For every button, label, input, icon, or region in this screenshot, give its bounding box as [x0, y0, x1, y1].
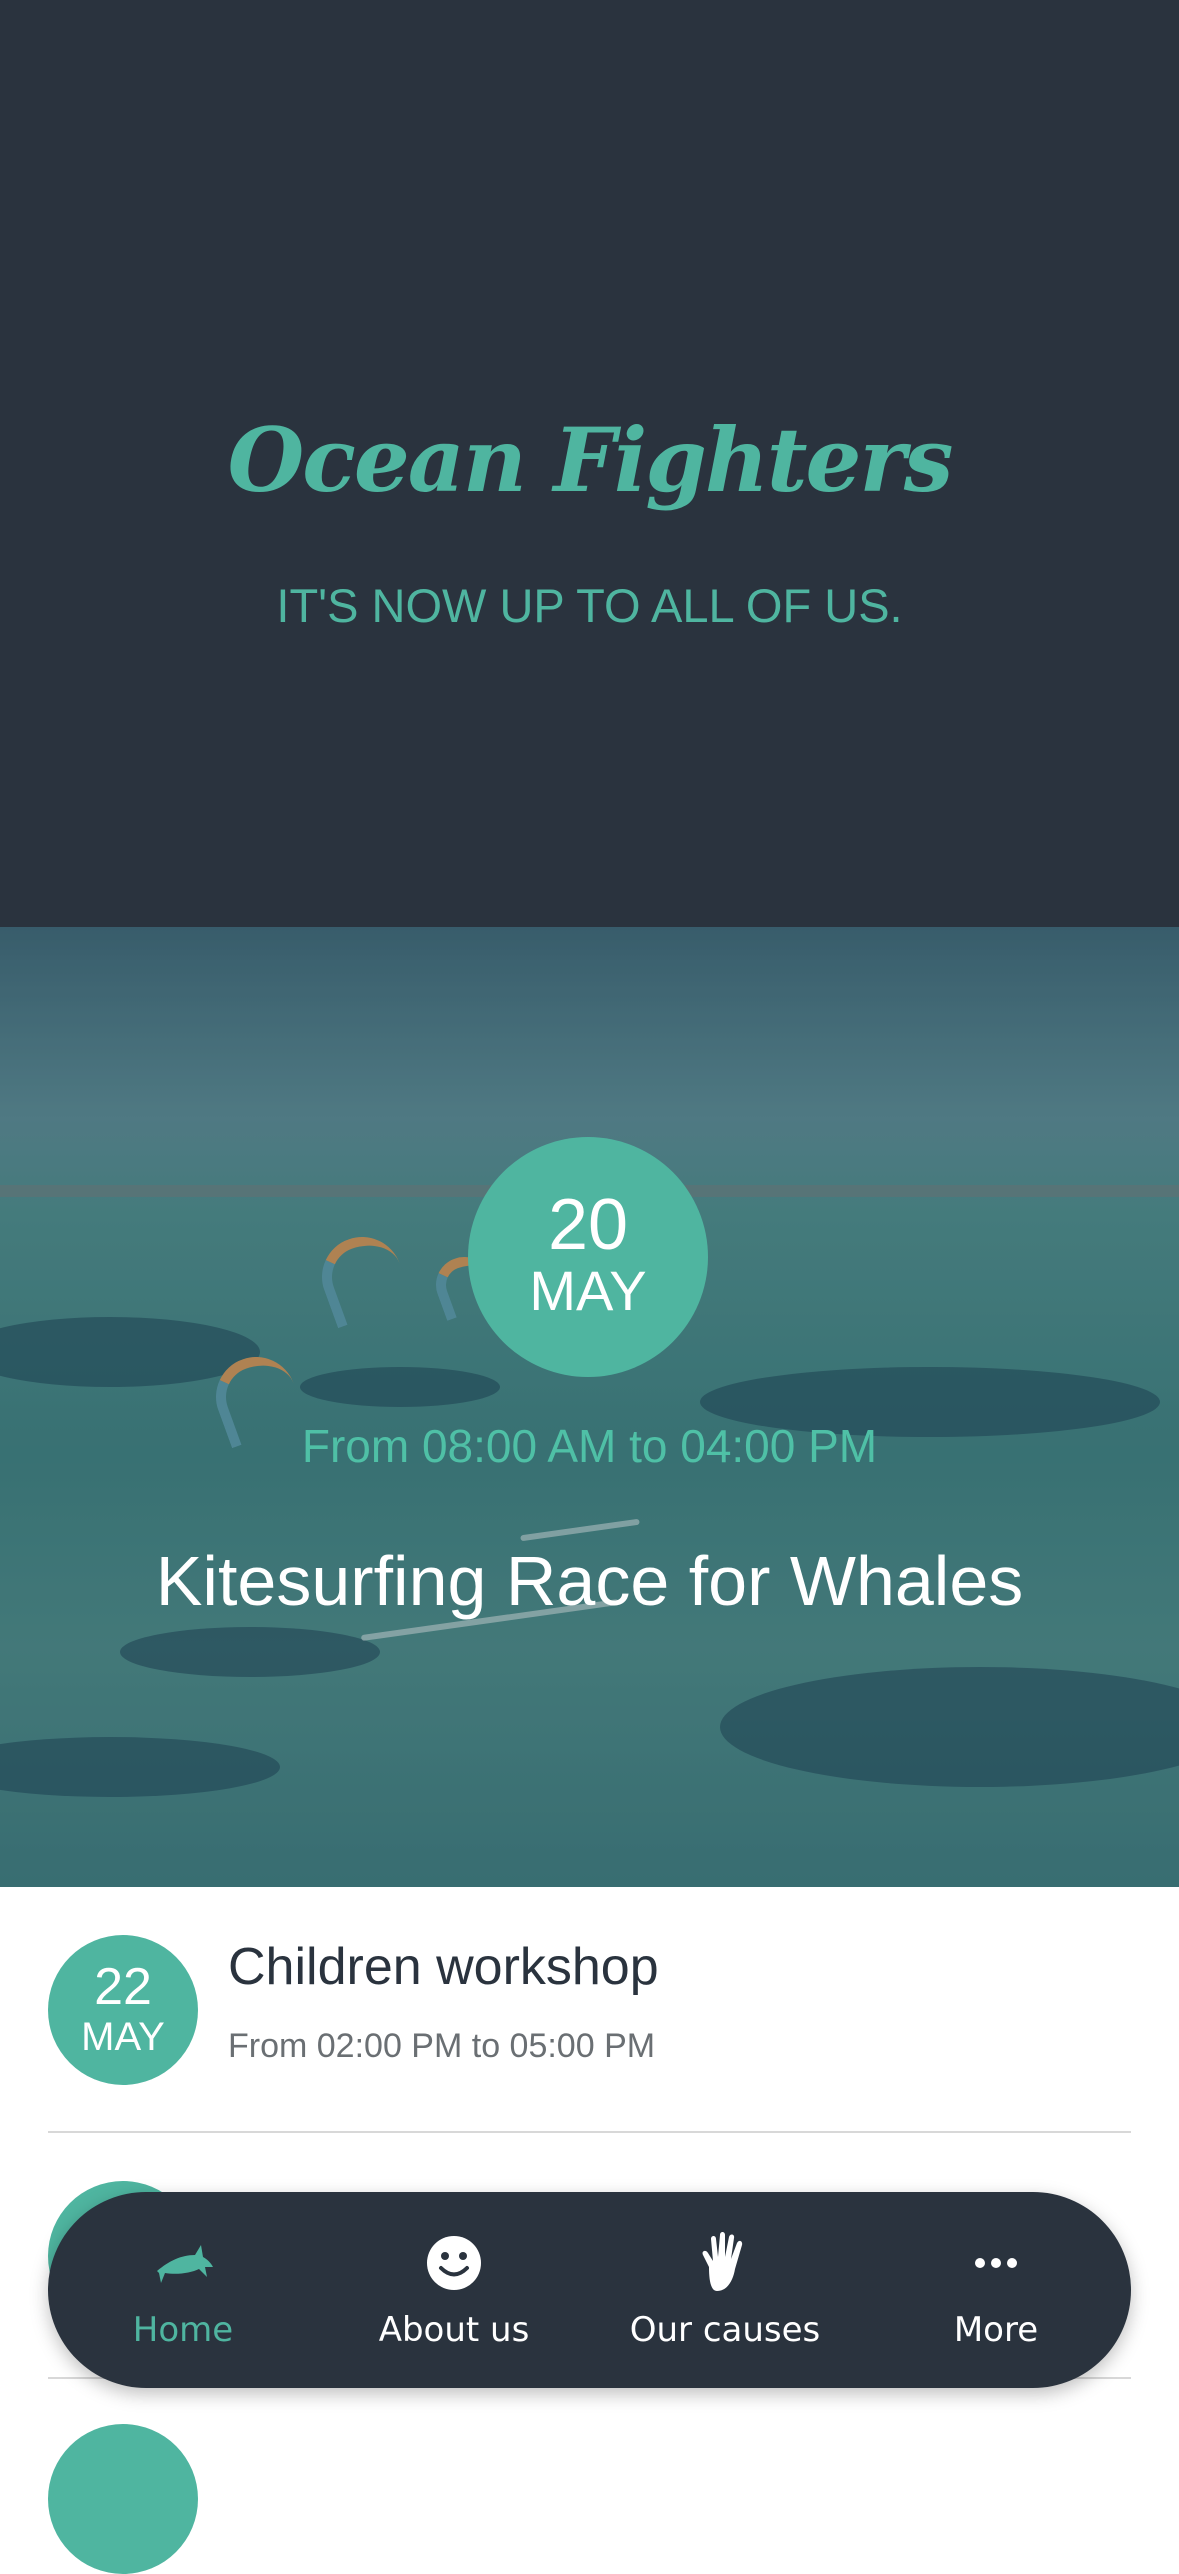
more-dots-icon: [861, 2228, 1131, 2298]
date-month: MAY: [81, 2015, 165, 2059]
tagline: IT'S NOW UP TO ALL OF US.: [276, 579, 903, 632]
nav-item-about-us[interactable]: About us: [319, 2192, 589, 2388]
app-header: Ocean Fighters IT'S NOW UP TO ALL OF US.: [0, 0, 1179, 927]
list-item[interactable]: 22 MAY Children workshop From 02:00 PM t…: [48, 1887, 1131, 2133]
smiley-icon: [319, 2228, 589, 2298]
shark-icon: [48, 2228, 318, 2298]
event-title[interactable]: Children workshop: [228, 1937, 659, 1997]
featured-event-title[interactable]: Kitesurfing Race for Whales: [0, 1541, 1179, 1621]
date-month: MAY: [529, 1259, 647, 1322]
date-day: 22: [94, 1958, 152, 2016]
hand-icon: [590, 2228, 860, 2298]
event-time: From 02:00 PM to 05:00 PM: [228, 2027, 656, 2065]
nav-item-more[interactable]: More: [861, 2192, 1131, 2388]
event-date-badge: [48, 2424, 198, 2574]
event-date-badge: 22 MAY: [48, 1935, 198, 2085]
nav-label-about-us: About us: [378, 2310, 530, 2350]
nav-label-our-causes: Our causes: [629, 2310, 821, 2350]
featured-event-card[interactable]: 20 MAY From 08:00 AM to 04:00 PM Kitesur…: [0, 927, 1179, 1887]
hero-overlay: [0, 927, 1179, 1887]
nav-label-home: Home: [132, 2310, 234, 2350]
date-day: 20: [547, 1185, 629, 1265]
nav-label-more: More: [953, 2310, 1039, 2350]
bottom-nav: Home About us Our causes More: [48, 2192, 1131, 2388]
brand-logo-text: Ocean Fighters: [227, 408, 954, 512]
nav-item-home[interactable]: Home: [48, 2192, 318, 2388]
featured-event-time: From 08:00 AM to 04:00 PM: [301, 1420, 878, 1472]
nav-item-our-causes[interactable]: Our causes: [590, 2192, 860, 2388]
featured-date-badge: 20 MAY: [468, 1137, 708, 1377]
